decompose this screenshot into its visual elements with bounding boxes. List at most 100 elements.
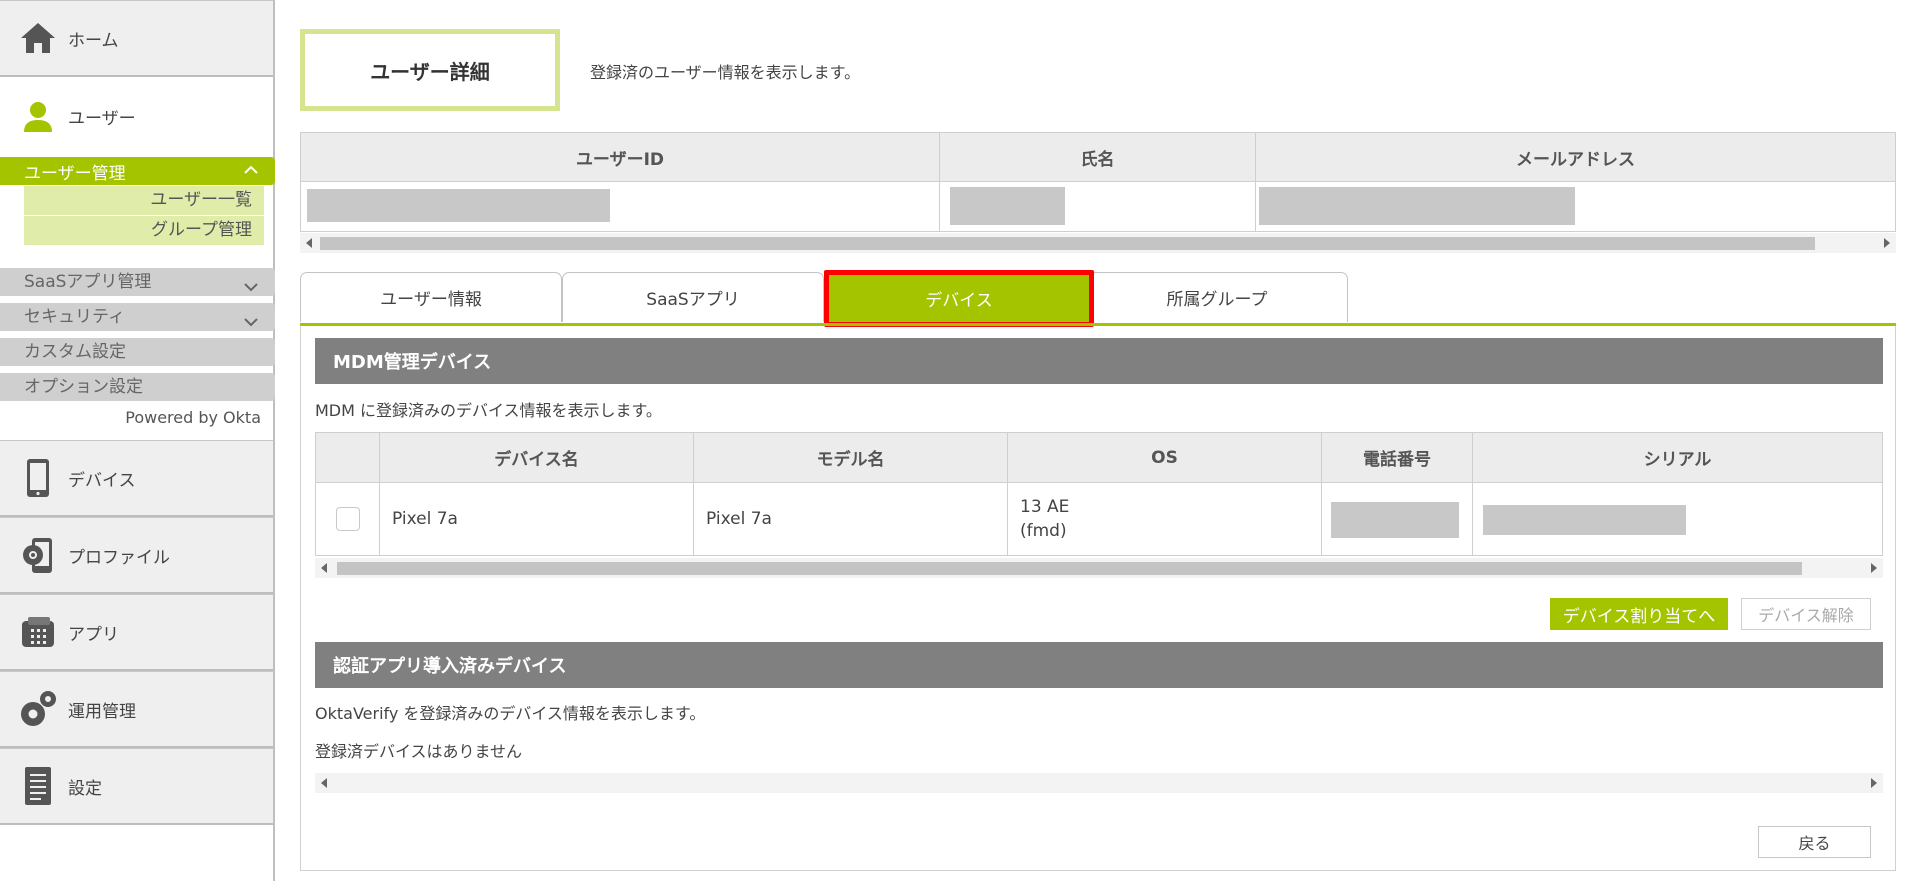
- scroll-left-icon[interactable]: [321, 778, 327, 788]
- scroll-left-icon[interactable]: [306, 238, 312, 248]
- os-version: 13 AE: [1020, 497, 1070, 517]
- sidebar-item-user-management[interactable]: ユーザー管理: [0, 157, 275, 185]
- user-id-cell: [301, 182, 940, 231]
- device-name-cell: Pixel 7a: [380, 483, 694, 555]
- nav-settings-label: 設定: [68, 778, 102, 799]
- tab-saas-apps[interactable]: SaaSアプリ: [562, 272, 824, 322]
- sidebar-item-user-list-label: ユーザー一覧: [150, 190, 252, 210]
- nav-home-label: ホーム: [68, 30, 119, 51]
- scroll-left-icon[interactable]: [321, 563, 327, 573]
- gears-icon: [18, 689, 58, 729]
- column-header-email: メールアドレス: [1516, 149, 1635, 170]
- nav-app-label: アプリ: [68, 624, 119, 645]
- column-header-model: モデル名: [694, 433, 1008, 482]
- assign-device-button[interactable]: デバイス割り当てへ: [1550, 598, 1728, 630]
- tab-user-info[interactable]: ユーザー情報: [300, 272, 562, 322]
- app-grid-icon: [18, 612, 58, 652]
- sidebar-item-group-management-label: グループ管理: [151, 220, 252, 240]
- column-header-select: [316, 433, 380, 482]
- nav-device[interactable]: デバイス: [0, 440, 273, 517]
- nav-user[interactable]: ユーザー: [0, 81, 273, 152]
- nav-user-label: ユーザー: [68, 109, 136, 129]
- column-header-serial: シリアル: [1643, 450, 1712, 470]
- column-header-name: 氏名: [940, 133, 1256, 181]
- back-button[interactable]: 戻る: [1758, 826, 1871, 858]
- sidebar-item-user-management-label: ユーザー管理: [24, 163, 126, 184]
- release-device-button[interactable]: デバイス解除: [1741, 598, 1871, 630]
- nav-settings[interactable]: 設定: [0, 748, 273, 825]
- row-checkbox[interactable]: [335, 507, 360, 531]
- nav-operations-label: 運用管理: [68, 701, 136, 722]
- page-title: ユーザー詳細: [300, 29, 560, 111]
- column-header-device-name: デバイス名: [380, 433, 694, 482]
- smartphone-icon: [18, 458, 58, 498]
- nav-device-label: デバイス: [68, 470, 136, 491]
- user-summary-table: ユーザーID 氏名 メールアドレス: [300, 132, 1896, 232]
- chevron-down-icon: [243, 275, 259, 292]
- email-cell: [1256, 182, 1893, 231]
- sidebar-item-option-settings-label: オプション設定: [24, 377, 143, 397]
- user-icon: [20, 99, 56, 135]
- document-list-icon: [18, 766, 58, 806]
- user-table-scrollbar[interactable]: [300, 233, 1896, 253]
- mdm-section-header: MDM管理デバイス: [315, 338, 1883, 384]
- nav-profile[interactable]: プロファイル: [0, 517, 273, 594]
- table-row[interactable]: Pixel 7a Pixel 7a 13 AE (fmd): [315, 483, 1883, 556]
- tab-groups-label: 所属グループ: [1166, 290, 1268, 310]
- redacted-user-id: [307, 189, 610, 222]
- scroll-right-icon[interactable]: [1884, 238, 1890, 248]
- tab-bar: ユーザー情報 SaaSアプリ 所属グループ デバイス: [300, 270, 1896, 327]
- nav-profile-label: プロファイル: [68, 547, 170, 568]
- sidebar-item-security[interactable]: セキュリティ: [0, 303, 275, 331]
- sidebar-item-custom-settings[interactable]: カスタム設定: [0, 338, 275, 366]
- main-content: ユーザー詳細 登録済のユーザー情報を表示します。 ユーザーID 氏名 メールアド…: [300, 0, 1896, 881]
- nav-app[interactable]: アプリ: [0, 594, 273, 671]
- select-cell: [316, 483, 380, 555]
- name-cell: [940, 182, 1256, 231]
- sidebar: ホーム ユーザー ユーザー管理 ユーザー一覧 グループ管理 SaaSアプリ管理: [0, 0, 275, 881]
- home-icon: [18, 18, 58, 58]
- sidebar-item-saas-management[interactable]: SaaSアプリ管理: [0, 268, 275, 296]
- redacted-name: [950, 187, 1065, 225]
- tab-saas-apps-label: SaaSアプリ: [646, 290, 740, 310]
- nav-home[interactable]: ホーム: [0, 0, 273, 77]
- device-table-header: デバイス名 モデル名 OS 電話番号 シリアル: [315, 432, 1883, 483]
- model-cell: Pixel 7a: [694, 483, 1008, 555]
- nav-operations[interactable]: 運用管理: [0, 671, 273, 748]
- scroll-right-icon[interactable]: [1871, 778, 1877, 788]
- chevron-down-icon: [243, 310, 259, 327]
- tab-groups[interactable]: 所属グループ: [1086, 272, 1348, 322]
- column-header-os: OS: [1008, 433, 1322, 482]
- sidebar-item-custom-settings-label: カスタム設定: [24, 342, 126, 362]
- scrollbar-thumb[interactable]: [337, 562, 1802, 575]
- tab-devices[interactable]: デバイス: [824, 270, 1094, 327]
- sidebar-item-security-label: セキュリティ: [24, 307, 125, 327]
- sidebar-item-group-management[interactable]: グループ管理: [24, 216, 264, 245]
- mdm-section-description: MDM に登録済みのデバイス情報を表示します。: [315, 401, 662, 420]
- device-table-scrollbar[interactable]: [315, 558, 1883, 578]
- redacted-phone: [1331, 502, 1459, 538]
- os-build: (fmd): [1020, 521, 1067, 541]
- auth-app-scrollbar[interactable]: [315, 773, 1883, 793]
- os-cell: 13 AE (fmd): [1008, 483, 1322, 555]
- sidebar-item-saas-management-label: SaaSアプリ管理: [24, 272, 152, 292]
- column-header-user-id: ユーザーID: [301, 133, 940, 181]
- page-description: 登録済のユーザー情報を表示します。: [590, 63, 861, 82]
- device-panel: MDM管理デバイス MDM に登録済みのデバイス情報を表示します。 デバイス名 …: [300, 326, 1896, 871]
- powered-by-text: Powered by Okta: [125, 408, 261, 427]
- scrollbar-thumb[interactable]: [320, 237, 1815, 250]
- sidebar-item-user-list[interactable]: ユーザー一覧: [24, 186, 264, 215]
- tab-devices-label: デバイス: [925, 291, 993, 311]
- empty-devices-message: 登録済デバイスはありません: [315, 742, 523, 761]
- auth-app-section-description: OktaVerify を登録済みのデバイス情報を表示します。: [315, 704, 706, 723]
- column-header-phone: 電話番号: [1322, 433, 1473, 482]
- auth-app-section-header: 認証アプリ導入済みデバイス: [315, 642, 1883, 688]
- redacted-email: [1259, 187, 1575, 225]
- profile-gear-phone-icon: [18, 535, 58, 575]
- phone-cell: [1322, 483, 1473, 555]
- sidebar-item-option-settings[interactable]: オプション設定: [0, 373, 275, 401]
- chevron-up-icon: [243, 162, 259, 178]
- mdm-device-table: デバイス名 モデル名 OS 電話番号 シリアル Pixel 7a Pixel 7…: [315, 432, 1883, 556]
- scroll-right-icon[interactable]: [1871, 563, 1877, 573]
- tab-user-info-label: ユーザー情報: [380, 290, 482, 310]
